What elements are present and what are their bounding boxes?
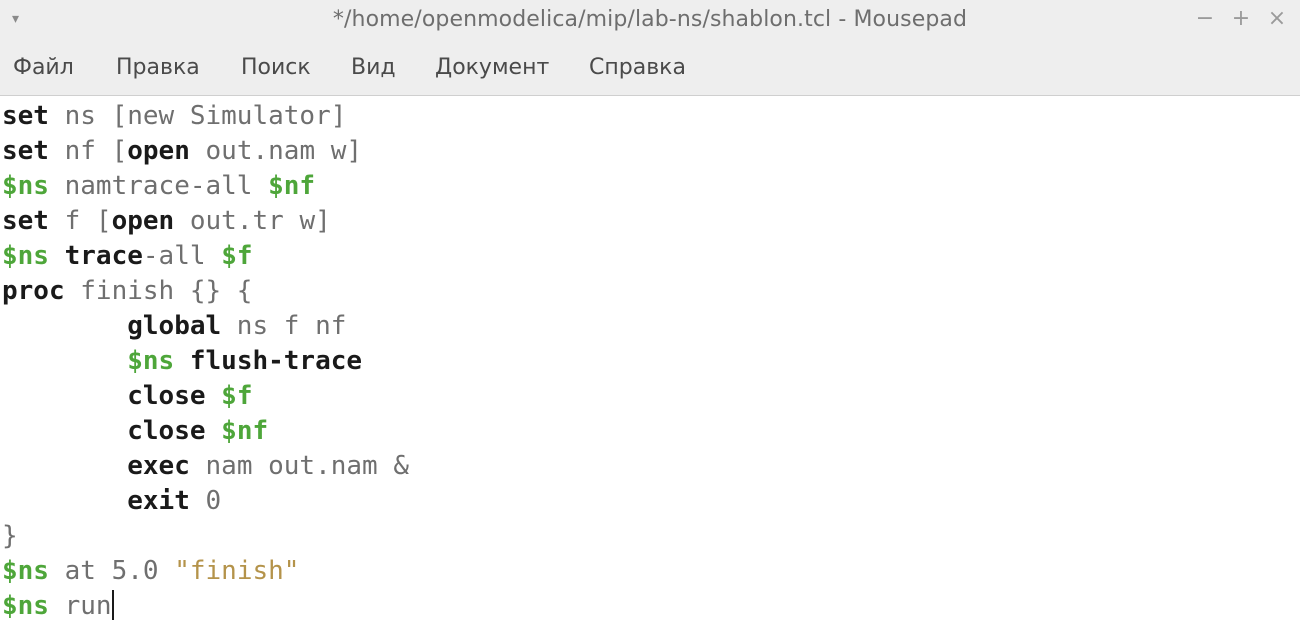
window-title: */home/openmodelica/mip/lab-ns/shablon.t… bbox=[332, 7, 968, 32]
code-token-plain: run bbox=[48, 591, 112, 621]
code-token-var: $ns bbox=[2, 171, 49, 201]
code-token-kw: trace bbox=[64, 241, 143, 271]
text-cursor bbox=[111, 590, 114, 620]
menu-bar: Файл Правка Поиск Вид Документ Справка bbox=[0, 40, 1300, 96]
code-token-kw: open bbox=[127, 136, 190, 166]
code-token-var: $nf bbox=[268, 171, 316, 201]
title-bar[interactable]: ▾ */home/openmodelica/mip/lab-ns/shablon… bbox=[0, 0, 1300, 40]
code-line: exit 0 bbox=[2, 484, 221, 519]
code-token-kw: global bbox=[127, 311, 222, 341]
code-line: $ns trace-all $f bbox=[2, 239, 253, 274]
code-token-plain: at 5.0 bbox=[48, 556, 175, 586]
close-button[interactable]: × bbox=[1266, 4, 1288, 34]
code-token-kw: flush-trace bbox=[189, 346, 363, 376]
code-line: $ns run bbox=[2, 589, 114, 624]
code-line: global ns f nf bbox=[2, 309, 346, 344]
code-token-kw: close bbox=[127, 416, 206, 446]
code-line: $ns flush-trace bbox=[2, 344, 362, 379]
code-token-var: $ns bbox=[2, 241, 49, 271]
window-controls: − + × bbox=[1194, 4, 1288, 34]
code-line: exec nam out.nam & bbox=[2, 449, 409, 484]
code-token-plain: f [ bbox=[48, 206, 112, 236]
code-token-var: $ns bbox=[2, 591, 49, 621]
code-token-plain: nam out.nam & bbox=[189, 451, 410, 481]
code-line: close $f bbox=[2, 379, 252, 414]
code-token-plain: out.nam w] bbox=[189, 136, 363, 166]
code-token-str: "finish" bbox=[174, 556, 300, 586]
code-token-kw: open bbox=[111, 206, 175, 236]
code-line: set f [open out.tr w] bbox=[2, 204, 331, 239]
code-token-plain: } bbox=[2, 521, 18, 551]
code-token-kw: proc bbox=[2, 276, 65, 306]
minimize-button[interactable]: − bbox=[1194, 4, 1216, 34]
code-token-kw: set bbox=[2, 206, 49, 236]
code-token-plain: ns f nf bbox=[221, 311, 347, 341]
maximize-button[interactable]: + bbox=[1230, 4, 1252, 34]
text-editor-area[interactable]: set ns [new Simulator] set nf [open out.n… bbox=[0, 96, 1300, 636]
code-token-kw: exit bbox=[127, 486, 190, 516]
code-token-num: 0 bbox=[189, 486, 222, 516]
code-token-plain: finish {} { bbox=[64, 276, 253, 306]
mousepad-window: ▾ */home/openmodelica/mip/lab-ns/shablon… bbox=[0, 0, 1300, 636]
code-token-var: $f bbox=[221, 381, 253, 411]
code-line: } bbox=[2, 519, 18, 554]
code-token-var: $f bbox=[221, 241, 253, 271]
code-token-var: $nf bbox=[221, 416, 269, 446]
code-token-plain: nf [ bbox=[48, 136, 128, 166]
code-token-kw: set bbox=[2, 101, 49, 131]
code-token-kw: close bbox=[127, 381, 206, 411]
code-line: $ns at 5.0 "finish" bbox=[2, 554, 299, 589]
menu-document[interactable]: Документ bbox=[435, 54, 549, 82]
menu-edit[interactable]: Правка bbox=[116, 54, 200, 82]
code-token-plain: namtrace-all bbox=[48, 171, 269, 201]
code-token-var: $ns bbox=[2, 556, 49, 586]
code-token-plain: -all bbox=[142, 241, 222, 271]
code-token-plain: ns [new Simulator] bbox=[48, 101, 347, 131]
code-line: $ns namtrace-all $nf bbox=[2, 169, 315, 204]
code-line: proc finish {} { bbox=[2, 274, 252, 309]
menu-help[interactable]: Справка bbox=[589, 54, 686, 82]
code-token-var: $ns bbox=[127, 346, 175, 376]
menu-view[interactable]: Вид bbox=[351, 54, 396, 82]
code-token-plain: out.tr w] bbox=[174, 206, 331, 236]
code-line: close $nf bbox=[2, 414, 268, 449]
menu-file[interactable]: Файл bbox=[13, 54, 74, 82]
code-token-kw: exec bbox=[127, 451, 190, 481]
code-line: set nf [open out.nam w] bbox=[2, 134, 362, 169]
code-token-kw: set bbox=[2, 136, 49, 166]
menu-search[interactable]: Поиск bbox=[241, 54, 311, 82]
code-line: set ns [new Simulator] bbox=[2, 99, 346, 134]
